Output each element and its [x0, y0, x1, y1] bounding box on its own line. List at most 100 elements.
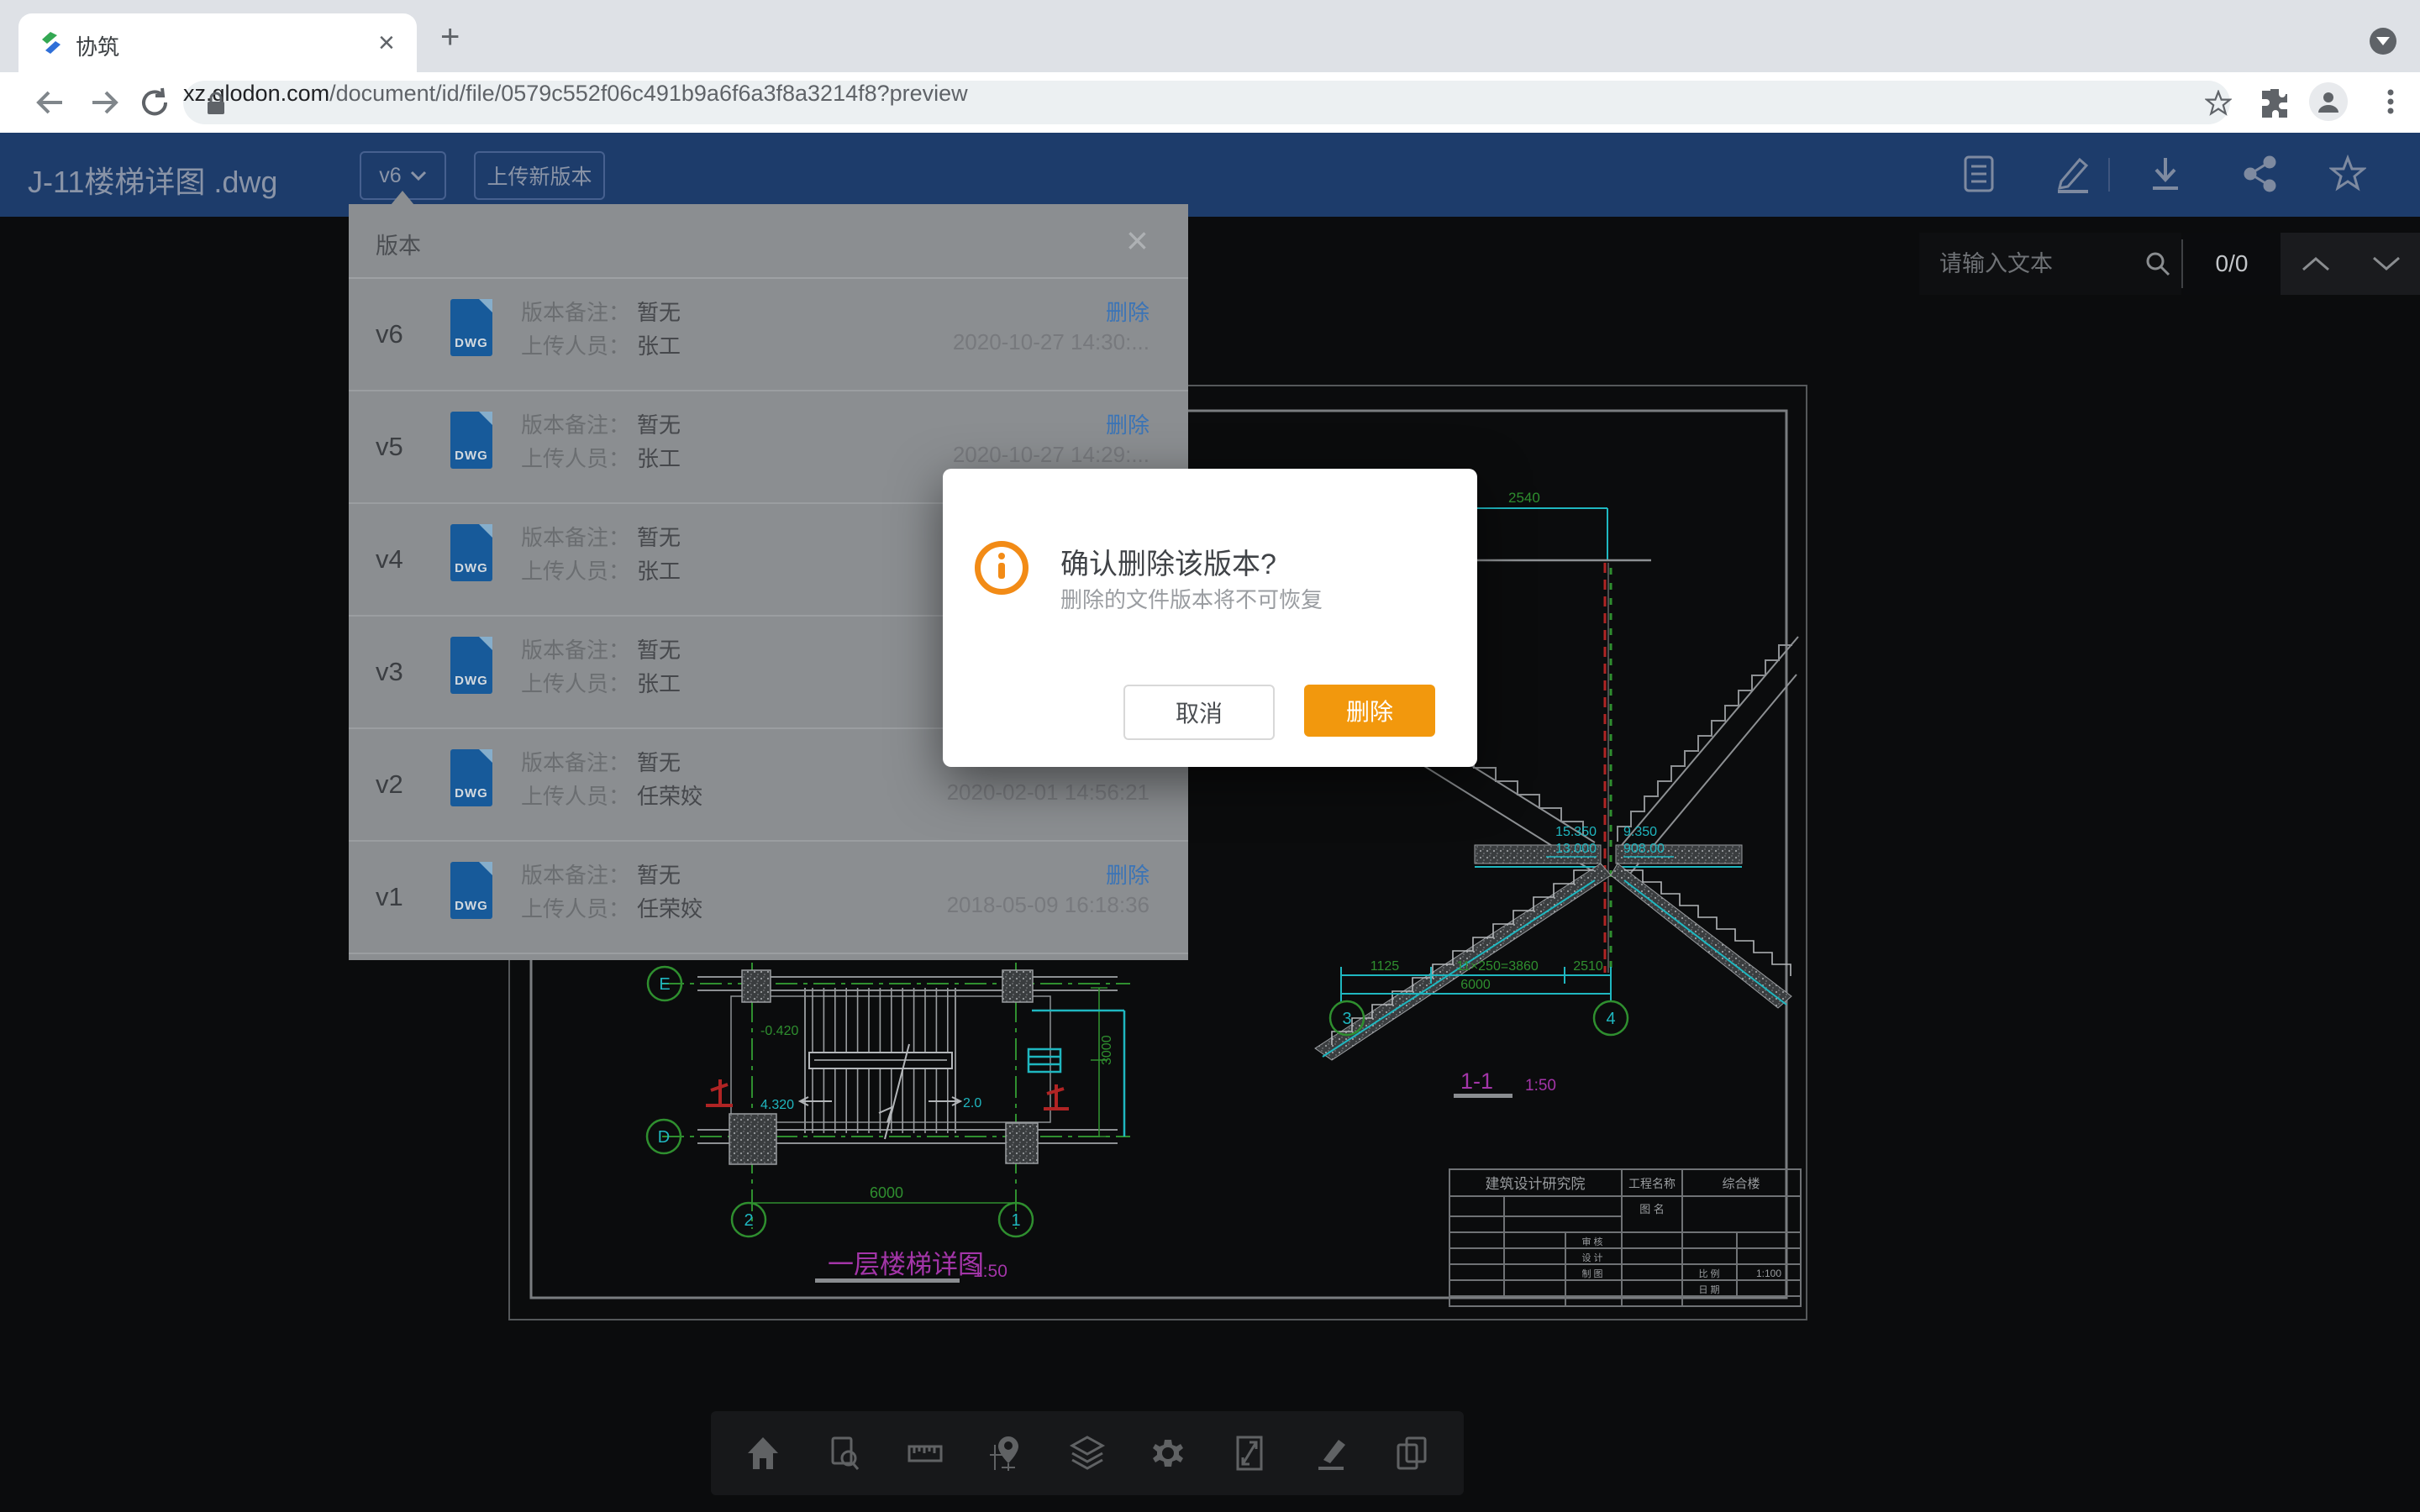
svg-text:1:50: 1:50 — [973, 1262, 1007, 1281]
version-date: 2020-10-27 14:30:... — [953, 329, 1150, 355]
url-bar[interactable]: xz.glodon.com/document/id/file/0579c552f… — [183, 81, 2230, 124]
version-row: v6 DWG 版本备注： 暂无 上传人员： 张工 删除 2020-10-27 1… — [349, 279, 1188, 391]
uploader-value: 张工 — [637, 329, 681, 360]
remark-value: 暂无 — [637, 296, 681, 327]
tab-title: 协筑 — [76, 30, 119, 61]
version-date: 2018-05-09 16:18:36 — [947, 892, 1150, 918]
version-panel-caret — [391, 191, 414, 205]
search-input[interactable] — [1919, 233, 2134, 295]
svg-text:建筑设计研究院: 建筑设计研究院 — [1486, 1176, 1586, 1192]
svg-text:2540: 2540 — [1508, 490, 1540, 506]
browser-tab-strip: 协筑 × + — [0, 0, 2420, 72]
svg-text:1:50: 1:50 — [1525, 1077, 1556, 1095]
section-title: 1-1 — [1460, 1068, 1493, 1094]
version-date: 2020-10-27 14:29:... — [953, 442, 1150, 468]
reload-icon[interactable] — [138, 86, 171, 119]
version-row: v1 DWG 版本备注： 暂无 上传人员： 任荣姣 删除 2018-05-09 … — [349, 842, 1188, 954]
version-label: v6 — [379, 164, 401, 188]
svg-text:制 图: 制 图 — [1581, 1268, 1602, 1279]
version-number: v1 — [376, 882, 403, 912]
search-icon[interactable] — [2134, 233, 2181, 295]
remark-label: 版本备注： — [521, 296, 630, 327]
version-number: v6 — [376, 319, 403, 349]
svg-text:日 期: 日 期 — [1698, 1284, 1719, 1295]
home-icon[interactable] — [744, 1435, 781, 1472]
menu-kebab-icon[interactable] — [2375, 86, 2407, 118]
svg-text:4.320: 4.320 — [760, 1098, 794, 1112]
favorite-star-icon[interactable] — [2329, 155, 2366, 193]
cad-toolbar — [711, 1411, 1464, 1495]
settings-gear-icon[interactable] — [1150, 1435, 1186, 1472]
url-text: xz.glodon.com/document/id/file/0579c552f… — [183, 81, 2230, 107]
forward-icon[interactable] — [87, 86, 121, 119]
file-title: J-11楼梯详图 .dwg — [28, 158, 277, 202]
compare-sheets-icon[interactable] — [1393, 1435, 1430, 1472]
dwg-file-icon: DWG — [450, 637, 492, 694]
profile-chevron-icon[interactable] — [2370, 28, 2396, 55]
svg-text:6000: 6000 — [870, 1184, 903, 1201]
svg-text:1125: 1125 — [1370, 959, 1400, 974]
screen: E D 2 1 — [0, 0, 2420, 1512]
bookmark-star-icon[interactable] — [2205, 90, 2232, 117]
svg-text:图 名: 图 名 — [1639, 1203, 1665, 1215]
svg-text:D: D — [658, 1128, 670, 1147]
new-tab-icon[interactable]: + — [440, 20, 460, 54]
dialog-message: 删除的文件版本将不可恢复 — [1060, 583, 1323, 614]
svg-text:15.350: 15.350 — [1555, 825, 1597, 839]
chevron-down-icon[interactable] — [2370, 255, 2402, 273]
delete-link[interactable]: 删除 — [1106, 858, 1150, 890]
dwg-file-icon: DWG — [450, 524, 492, 581]
divider — [2108, 158, 2110, 192]
svg-text:4: 4 — [1606, 1010, 1615, 1028]
svg-text:工程名称: 工程名称 — [1628, 1177, 1676, 1190]
download-icon[interactable] — [2148, 155, 2183, 193]
svg-text:1:100: 1:100 — [1756, 1268, 1781, 1279]
dialog-title: 确认删除该版本? — [1060, 541, 1276, 582]
svg-text:6000: 6000 — [1460, 978, 1491, 992]
document-info-icon[interactable] — [1962, 155, 1996, 193]
cancel-button[interactable]: 取消 — [1123, 685, 1275, 740]
svg-text:E: E — [659, 975, 670, 994]
svg-text:13.000: 13.000 — [1555, 842, 1597, 856]
delete-link[interactable]: 删除 — [1106, 408, 1150, 439]
svg-text:11×250=3860: 11×250=3860 — [1456, 959, 1539, 974]
avatar[interactable] — [2309, 82, 2348, 121]
svg-text:3: 3 — [1342, 1010, 1351, 1028]
chevron-up-icon[interactable] — [2300, 255, 2332, 273]
version-number: v2 — [376, 769, 403, 800]
confirm-delete-button[interactable]: 删除 — [1304, 685, 1435, 737]
svg-text:-0.420: -0.420 — [760, 1024, 798, 1038]
plan-title: 一层楼梯详图 — [828, 1250, 984, 1279]
delete-link[interactable]: 删除 — [1106, 296, 1150, 327]
svg-text:2: 2 — [744, 1211, 753, 1230]
svg-text:2510: 2510 — [1573, 959, 1603, 974]
svg-text:9.350: 9.350 — [1623, 825, 1657, 839]
close-icon[interactable]: × — [1126, 221, 1149, 260]
svg-text:908.00: 908.00 — [1623, 842, 1665, 856]
svg-text:审 核: 审 核 — [1581, 1236, 1602, 1247]
fit-extents-icon[interactable] — [1231, 1435, 1268, 1472]
svg-text:比 例: 比 例 — [1698, 1268, 1719, 1279]
upload-new-version-button[interactable]: 上传新版本 — [474, 151, 605, 200]
layers-icon[interactable] — [1069, 1435, 1106, 1472]
version-number: v3 — [376, 657, 403, 687]
svg-text:3000: 3000 — [1100, 1035, 1114, 1065]
markup-pencil-icon[interactable] — [1312, 1435, 1349, 1472]
edit-pencil-icon[interactable] — [2054, 155, 2091, 193]
measure-ruler-icon[interactable] — [907, 1435, 944, 1472]
site-favicon — [39, 30, 64, 55]
locate-pin-icon[interactable] — [988, 1435, 1025, 1472]
svg-text:综合楼: 综合楼 — [1722, 1177, 1760, 1191]
share-icon[interactable] — [2242, 155, 2279, 193]
info-icon — [975, 541, 1028, 595]
zoom-window-icon[interactable] — [826, 1435, 863, 1472]
extensions-puzzle-icon[interactable] — [2259, 86, 2291, 118]
dwg-file-icon: DWG — [450, 749, 492, 806]
version-panel-header: 版本 × — [349, 204, 1188, 279]
browser-tab[interactable]: 协筑 × — [18, 13, 417, 72]
version-number: v4 — [376, 544, 403, 575]
version-date: 2020-02-01 14:56:21 — [947, 780, 1150, 806]
svg-text:1: 1 — [1011, 1211, 1020, 1230]
tab-close-icon[interactable]: × — [378, 29, 395, 57]
back-icon[interactable] — [34, 86, 67, 119]
